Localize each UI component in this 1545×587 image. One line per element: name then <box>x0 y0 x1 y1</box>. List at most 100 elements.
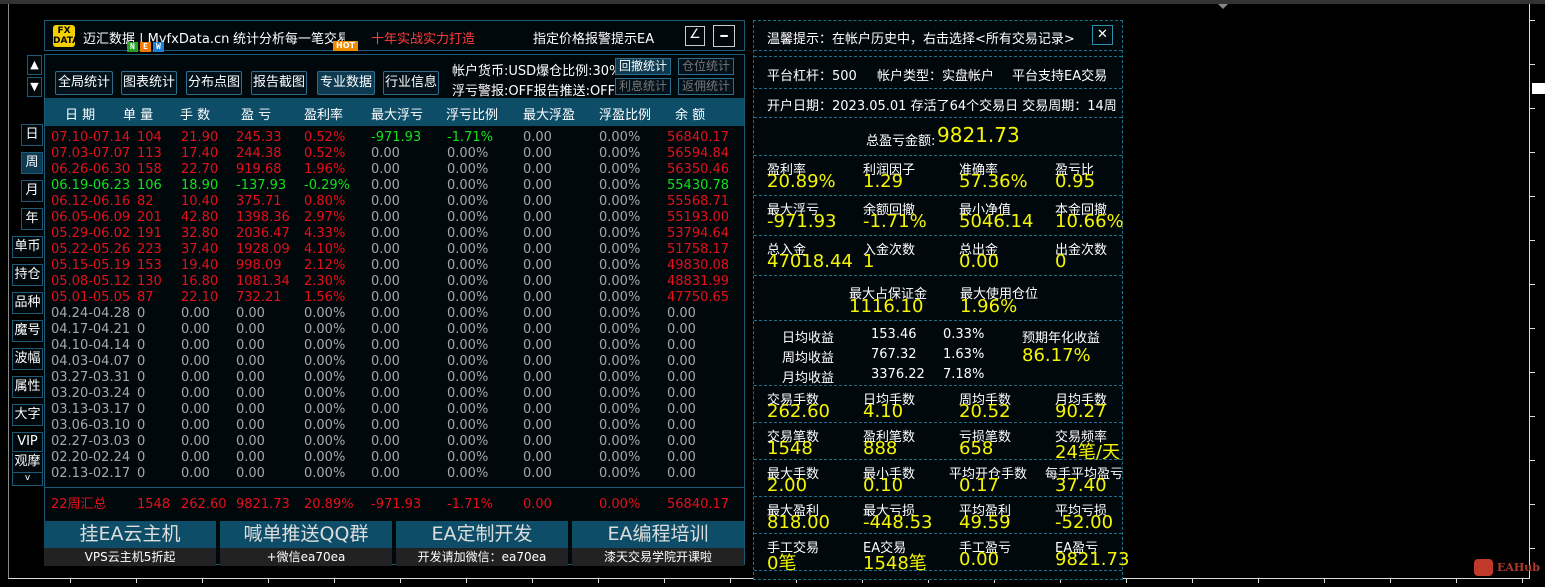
table-cell: 0.00% <box>599 450 641 465</box>
side-button-5[interactable]: 持仓 <box>12 264 43 286</box>
table-cell: 56350.46 <box>667 162 730 177</box>
nav-button-3[interactable]: 报告截图 <box>251 71 307 95</box>
column-header[interactable]: 最大浮盈 <box>523 104 575 123</box>
promo-card[interactable]: 喊单推送QQ群 +微信ea70ea <box>220 521 392 566</box>
table-row[interactable]: 04.10-04.14 0 0.00 0.00 0.00% 0.00 0.00% 0.00 0.… <box>45 338 744 354</box>
margin-section: 最大占保证金 1116.10 最大使用仓位 1.96% <box>754 276 1122 321</box>
table-row[interactable]: 04.03-04.07 0 0.00 0.00 0.00% 0.00 0.00% 0.00 0.… <box>45 354 744 370</box>
stat-value: 1 <box>863 251 875 272</box>
table-row[interactable]: 05.15-05.19 153 19.40 998.09 2.12% 0.00 0.00% 0… <box>45 258 744 274</box>
table-row[interactable]: 06.05-06.09 201 42.80 1398.36 2.97% 0.00 0.00%… <box>45 210 744 226</box>
avg-amount: 3376.22 <box>871 367 925 382</box>
table-row[interactable]: 03.06-03.10 0 0.00 0.00 0.00% 0.00 0.00% 0.00 0.… <box>45 418 744 434</box>
side-button-0[interactable]: 日 <box>21 124 43 146</box>
promo-card[interactable]: EA定制开发 开发请加微信：ea70ea <box>396 521 568 566</box>
table-row[interactable]: 06.26-06.30 158 22.70 919.68 1.96% 0.00 0.00% 0… <box>45 162 744 178</box>
table-cell: 02.20-02.24 <box>51 450 131 465</box>
total-label: 总盈亏金额: <box>866 134 936 149</box>
table-row[interactable]: 05.29-06.02 191 32.80 2036.47 4.33% 0.00 0.00%… <box>45 226 744 242</box>
scroll-up-button[interactable]: ▲ <box>27 55 42 75</box>
side-button-13[interactable]: v <box>12 473 43 486</box>
side-button-4[interactable]: 单币 <box>12 236 43 258</box>
column-header[interactable]: 盈利率 <box>304 104 343 123</box>
table-cell: 0.00 <box>667 386 696 401</box>
table-cell: 1398.36 <box>236 210 290 225</box>
rebate-stats-button[interactable]: 返佣统计 <box>678 78 734 95</box>
watermark-text: EAHub <box>1497 561 1541 574</box>
table-row[interactable]: 03.20-03.24 0 0.00 0.00 0.00% 0.00 0.00% 0.00 0.… <box>45 386 744 402</box>
price-tick <box>1530 416 1535 417</box>
nav-button-2[interactable]: 分布点图 <box>186 71 242 95</box>
side-button-1[interactable]: 周 <box>21 152 43 174</box>
promo-link[interactable]: 指定价格报警提示EA <box>533 28 654 47</box>
side-button-12[interactable]: 观摩 <box>12 453 43 473</box>
promo-card[interactable]: EA编程培训 漆天交易学院开课啦 <box>572 521 744 566</box>
minimize-button[interactable]: ━ <box>713 25 735 47</box>
side-button-9[interactable]: 属性 <box>12 376 43 398</box>
table-cell: 0.00 <box>523 274 552 289</box>
table-row[interactable]: 07.10-07.14 104 21.90 245.33 0.52% -971.93 -1.… <box>45 130 744 146</box>
table-cell: 0.00% <box>304 322 346 337</box>
table-cell: 56840.17 <box>667 130 730 145</box>
table-row[interactable]: 02.20-02.24 0 0.00 0.00 0.00% 0.00 0.00% 0.00 0.… <box>45 450 744 466</box>
side-button-11[interactable]: VIP <box>12 432 43 452</box>
column-header[interactable]: 浮亏比例 <box>446 104 498 123</box>
table-row[interactable]: 04.24-04.28 0 0.00 0.00 0.00% 0.00 0.00% 0.00 0.… <box>45 306 744 322</box>
table-cell: 0.00 <box>181 386 210 401</box>
stat-value: -1.71% <box>863 211 927 232</box>
table-row[interactable]: 05.01-05.05 87 22.10 732.21 1.56% 0.00 0.00% 0.… <box>45 290 744 306</box>
table-row[interactable]: 07.03-07.07 113 17.40 244.38 0.52% 0.00 0.00% 0… <box>45 146 744 162</box>
table-cell: 0.00% <box>599 466 641 481</box>
column-header[interactable]: 单 量 <box>123 104 153 123</box>
side-button-8[interactable]: 波幅 <box>12 348 43 370</box>
table-cell: 0.00 <box>236 450 265 465</box>
stat-value: -448.53 <box>863 512 933 533</box>
position-stats-button[interactable]: 仓位统计 <box>678 58 734 75</box>
interest-stats-button[interactable]: 利息统计 <box>615 78 671 95</box>
column-header[interactable]: 浮盈比例 <box>599 104 651 123</box>
table-row[interactable]: 06.12-06.16 82 10.40 375.71 0.80% 0.00 0.00% 0.… <box>45 194 744 210</box>
table-cell: 10.40 <box>181 194 219 209</box>
table-row[interactable]: 06.19-06.23 106 18.90 -137.93 -0.29% 0.00 0.00… <box>45 178 744 194</box>
draw-line-button[interactable]: ∠ <box>685 26 705 46</box>
table-row[interactable]: 04.17-04.21 0 0.00 0.00 0.00% 0.00 0.00% 0.00 0.… <box>45 322 744 338</box>
table-row[interactable]: 03.13-03.17 0 0.00 0.00 0.00% 0.00 0.00% 0.00 0.… <box>45 402 744 418</box>
table-row[interactable]: 05.08-05.12 130 16.80 1081.34 2.30% 0.00 0.00%… <box>45 274 744 290</box>
table-row[interactable]: 03.27-03.31 0 0.00 0.00 0.00% 0.00 0.00% 0.00 0.… <box>45 370 744 386</box>
stat-value: 1.29 <box>863 171 904 192</box>
table-cell: 2.12% <box>304 258 346 273</box>
side-button-6[interactable]: 品种 <box>12 292 43 314</box>
table-cell: 05.29-06.02 <box>51 226 131 241</box>
table-cell: 2.97% <box>304 210 346 225</box>
nav-button-1[interactable]: 图表统计 <box>121 71 177 95</box>
side-button-7[interactable]: 魔号 <box>12 320 43 342</box>
column-header[interactable]: 最大浮亏 <box>371 104 423 123</box>
promo-card[interactable]: 挂EA云主机 VPS云主机5折起 <box>44 521 216 566</box>
column-header[interactable]: 手 数 <box>180 104 210 123</box>
side-button-10[interactable]: 大字 <box>12 404 43 426</box>
column-header[interactable]: 余 额 <box>675 104 705 123</box>
stats-row: 交易手数 262.60 日均手数 4.10 周均手数 20.52 月均手数 90.27 <box>754 386 1122 423</box>
table-cell: 0.00 <box>371 386 400 401</box>
drawdown-stats-button[interactable]: 回撤统计 <box>615 58 671 75</box>
column-header[interactable]: 日 期 <box>65 104 95 123</box>
side-button-3[interactable]: 年 <box>21 208 43 230</box>
nav-button-0[interactable]: 全局统计 <box>55 71 113 95</box>
table-row[interactable]: 05.22-05.26 223 37.40 1928.09 4.10% 0.00 0.00%… <box>45 242 744 258</box>
table-cell: 0 <box>137 450 146 465</box>
scroll-down-button[interactable]: ▼ <box>27 77 42 97</box>
table-row[interactable]: 02.13-02.17 0 0.00 0.00 0.00% 0.00 0.00% 0.00 0.… <box>45 466 744 482</box>
table-cell: 0.00 <box>236 386 265 401</box>
close-tip-button[interactable]: ✕ <box>1092 25 1113 45</box>
time-tick <box>136 578 137 583</box>
nav-button-4[interactable]: 专业数据 <box>317 71 375 95</box>
table-row[interactable]: 02.27-03.03 0 0.00 0.00 0.00% 0.00 0.00% 0.00 0.… <box>45 434 744 450</box>
table-cell: 0.00% <box>599 146 641 161</box>
nav-button-5[interactable]: 行业信息 <box>383 71 439 95</box>
side-button-2[interactable]: 月 <box>21 180 43 202</box>
avg-percent: 7.18% <box>943 367 985 382</box>
table-cell: 0.00% <box>304 466 346 481</box>
table-cell: 0.00% <box>304 370 346 385</box>
stat-value: 0.17 <box>959 475 1000 496</box>
column-header[interactable]: 盈 亏 <box>241 104 271 123</box>
